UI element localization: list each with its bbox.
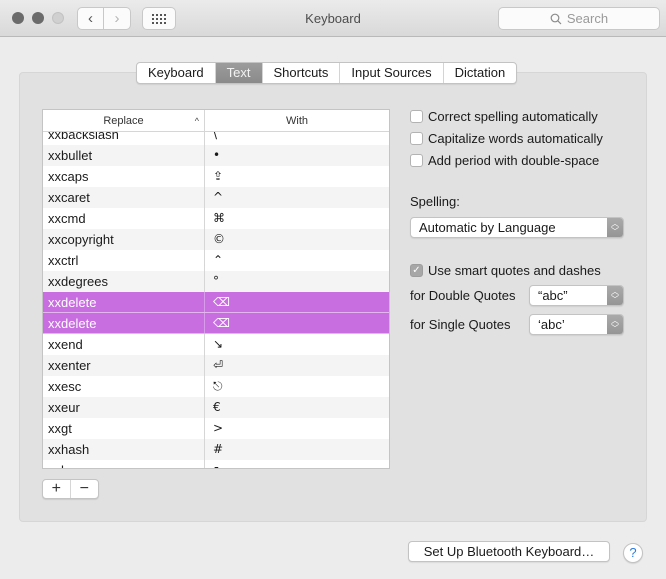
capitalize-words-option[interactable]: Capitalize words automatically: [410, 131, 603, 146]
column-header-with[interactable]: With: [205, 110, 389, 132]
title-bar: ‹ › Keyboard Search: [0, 0, 666, 37]
with-cell[interactable]: ⌃: [205, 250, 389, 271]
tab-input-sources[interactable]: Input Sources: [340, 63, 444, 83]
spelling-value: Automatic by Language: [419, 220, 556, 235]
correct-spelling-label: Correct spelling automatically: [428, 109, 598, 124]
capitalize-words-label: Capitalize words automatically: [428, 131, 603, 146]
help-button[interactable]: ?: [623, 543, 643, 563]
single-quotes-label: for Single Quotes: [410, 317, 511, 332]
with-cell[interactable]: ⌫: [205, 313, 389, 333]
with-cell[interactable]: ⎋: [205, 376, 389, 397]
table-row[interactable]: xxhome↖: [43, 460, 389, 468]
search-placeholder: Search: [566, 11, 609, 26]
smart-quotes-label: Use smart quotes and dashes: [428, 263, 601, 278]
table-row[interactable]: xxhash #: [43, 439, 389, 460]
with-cell[interactable]: ^: [205, 187, 389, 208]
add-period-label: Add period with double-space: [428, 153, 600, 168]
search-icon: [550, 13, 562, 24]
replace-cell[interactable]: xxctrl: [43, 250, 205, 271]
column-header-replace-label: Replace: [103, 115, 144, 127]
table-row[interactable]: xxesc ⎋: [43, 376, 389, 397]
spelling-label: Spelling:: [410, 194, 460, 209]
table-row[interactable]: xxend ↘: [43, 334, 389, 355]
single-quotes-popup[interactable]: ‘abc’ ︿ ﹀: [529, 314, 624, 335]
replace-cell[interactable]: xxbullet: [43, 145, 205, 166]
capitalize-words-checkbox[interactable]: [410, 132, 423, 145]
replace-cell[interactable]: xxdelete: [43, 313, 205, 333]
with-cell[interactable]: €: [205, 397, 389, 418]
add-remove-control: + −: [42, 479, 99, 499]
table-row[interactable]: xxcopyright ©: [43, 229, 389, 250]
correct-spelling-option[interactable]: Correct spelling automatically: [410, 109, 598, 124]
single-quotes-value: ‘abc’: [538, 317, 565, 332]
replace-cell[interactable]: xxesc: [43, 376, 205, 397]
with-cell[interactable]: ↖: [205, 460, 389, 468]
smart-quotes-option[interactable]: ✓ Use smart quotes and dashes: [410, 263, 601, 278]
table-row[interactable]: xxcaret ^: [43, 187, 389, 208]
double-quotes-label: for Double Quotes: [410, 288, 516, 303]
with-cell[interactable]: •: [205, 145, 389, 166]
with-cell[interactable]: ⌘: [205, 208, 389, 229]
replace-cell[interactable]: xxcopyright: [43, 229, 205, 250]
tab-shortcuts[interactable]: Shortcuts: [263, 63, 341, 83]
tab-dictation[interactable]: Dictation: [444, 63, 517, 83]
correct-spelling-checkbox[interactable]: [410, 110, 423, 123]
remove-button[interactable]: −: [71, 480, 98, 498]
table-row[interactable]: xxbullet •: [43, 145, 389, 166]
replace-cell[interactable]: xxcmd: [43, 208, 205, 229]
table-row[interactable]: xxeur €: [43, 397, 389, 418]
replace-cell[interactable]: xxcaret: [43, 187, 205, 208]
up-down-arrows-icon: ︿ ﹀: [607, 315, 623, 334]
replace-cell[interactable]: xxeur: [43, 397, 205, 418]
table-body: xxbackslash \ xxbullet • xxcaps ⇪ xxcaret ^ xxcm…: [43, 124, 389, 468]
up-down-arrows-icon: ︿ ﹀: [607, 218, 623, 237]
replace-cell[interactable]: xxcaps: [43, 166, 205, 187]
text-replacement-table[interactable]: Replace ^ With xxbackslash \ xxbullet • xxca…: [42, 109, 390, 469]
with-cell[interactable]: °: [205, 271, 389, 292]
replace-cell[interactable]: xxdegrees: [43, 271, 205, 292]
with-cell[interactable]: ⇪: [205, 166, 389, 187]
sort-ascending-icon: ^: [194, 116, 199, 126]
with-cell[interactable]: ©: [205, 229, 389, 250]
table-row[interactable]: xxenter ⏎: [43, 355, 389, 376]
table-row[interactable]: xxdegrees °: [43, 271, 389, 292]
table-row[interactable]: xxdelete ⌫: [43, 313, 389, 334]
tab-text[interactable]: Text: [215, 63, 263, 83]
double-quotes-popup[interactable]: “abc” ︿ ﹀: [529, 285, 624, 306]
up-down-arrows-icon: ︿ ﹀: [607, 286, 623, 305]
tab-bar: Keyboard Text Shortcuts Input Sources Di…: [136, 62, 518, 84]
spelling-popup[interactable]: Automatic by Language ︿ ﹀: [410, 217, 624, 238]
table-header: Replace ^ With: [43, 110, 389, 132]
add-period-checkbox[interactable]: [410, 154, 423, 167]
with-cell[interactable]: ⌫: [205, 292, 389, 312]
replace-cell[interactable]: xxhome: [43, 460, 205, 468]
table-row[interactable]: xxcaps ⇪: [43, 166, 389, 187]
with-cell[interactable]: ⏎: [205, 355, 389, 376]
double-quotes-value: “abc”: [538, 288, 568, 303]
replace-cell[interactable]: xxgt: [43, 418, 205, 439]
search-field[interactable]: Search: [498, 7, 660, 30]
table-row[interactable]: xxctrl ⌃: [43, 250, 389, 271]
table-row[interactable]: xxdelete ⌫: [43, 292, 389, 313]
with-cell[interactable]: #: [205, 439, 389, 460]
replace-cell[interactable]: xxhash: [43, 439, 205, 460]
with-cell[interactable]: ↘: [205, 334, 389, 355]
replace-cell[interactable]: xxend: [43, 334, 205, 355]
add-button[interactable]: +: [43, 480, 71, 498]
table-row[interactable]: xxcmd ⌘: [43, 208, 389, 229]
smart-quotes-checkbox[interactable]: ✓: [410, 264, 423, 277]
add-period-option[interactable]: Add period with double-space: [410, 153, 599, 168]
setup-bluetooth-keyboard-button[interactable]: Set Up Bluetooth Keyboard…: [408, 541, 610, 562]
tab-keyboard[interactable]: Keyboard: [137, 63, 216, 83]
replace-cell[interactable]: xxenter: [43, 355, 205, 376]
column-header-replace[interactable]: Replace ^: [43, 110, 205, 132]
replace-cell[interactable]: xxdelete: [43, 292, 205, 312]
table-row[interactable]: xxgt >: [43, 418, 389, 439]
with-cell[interactable]: >: [205, 418, 389, 439]
